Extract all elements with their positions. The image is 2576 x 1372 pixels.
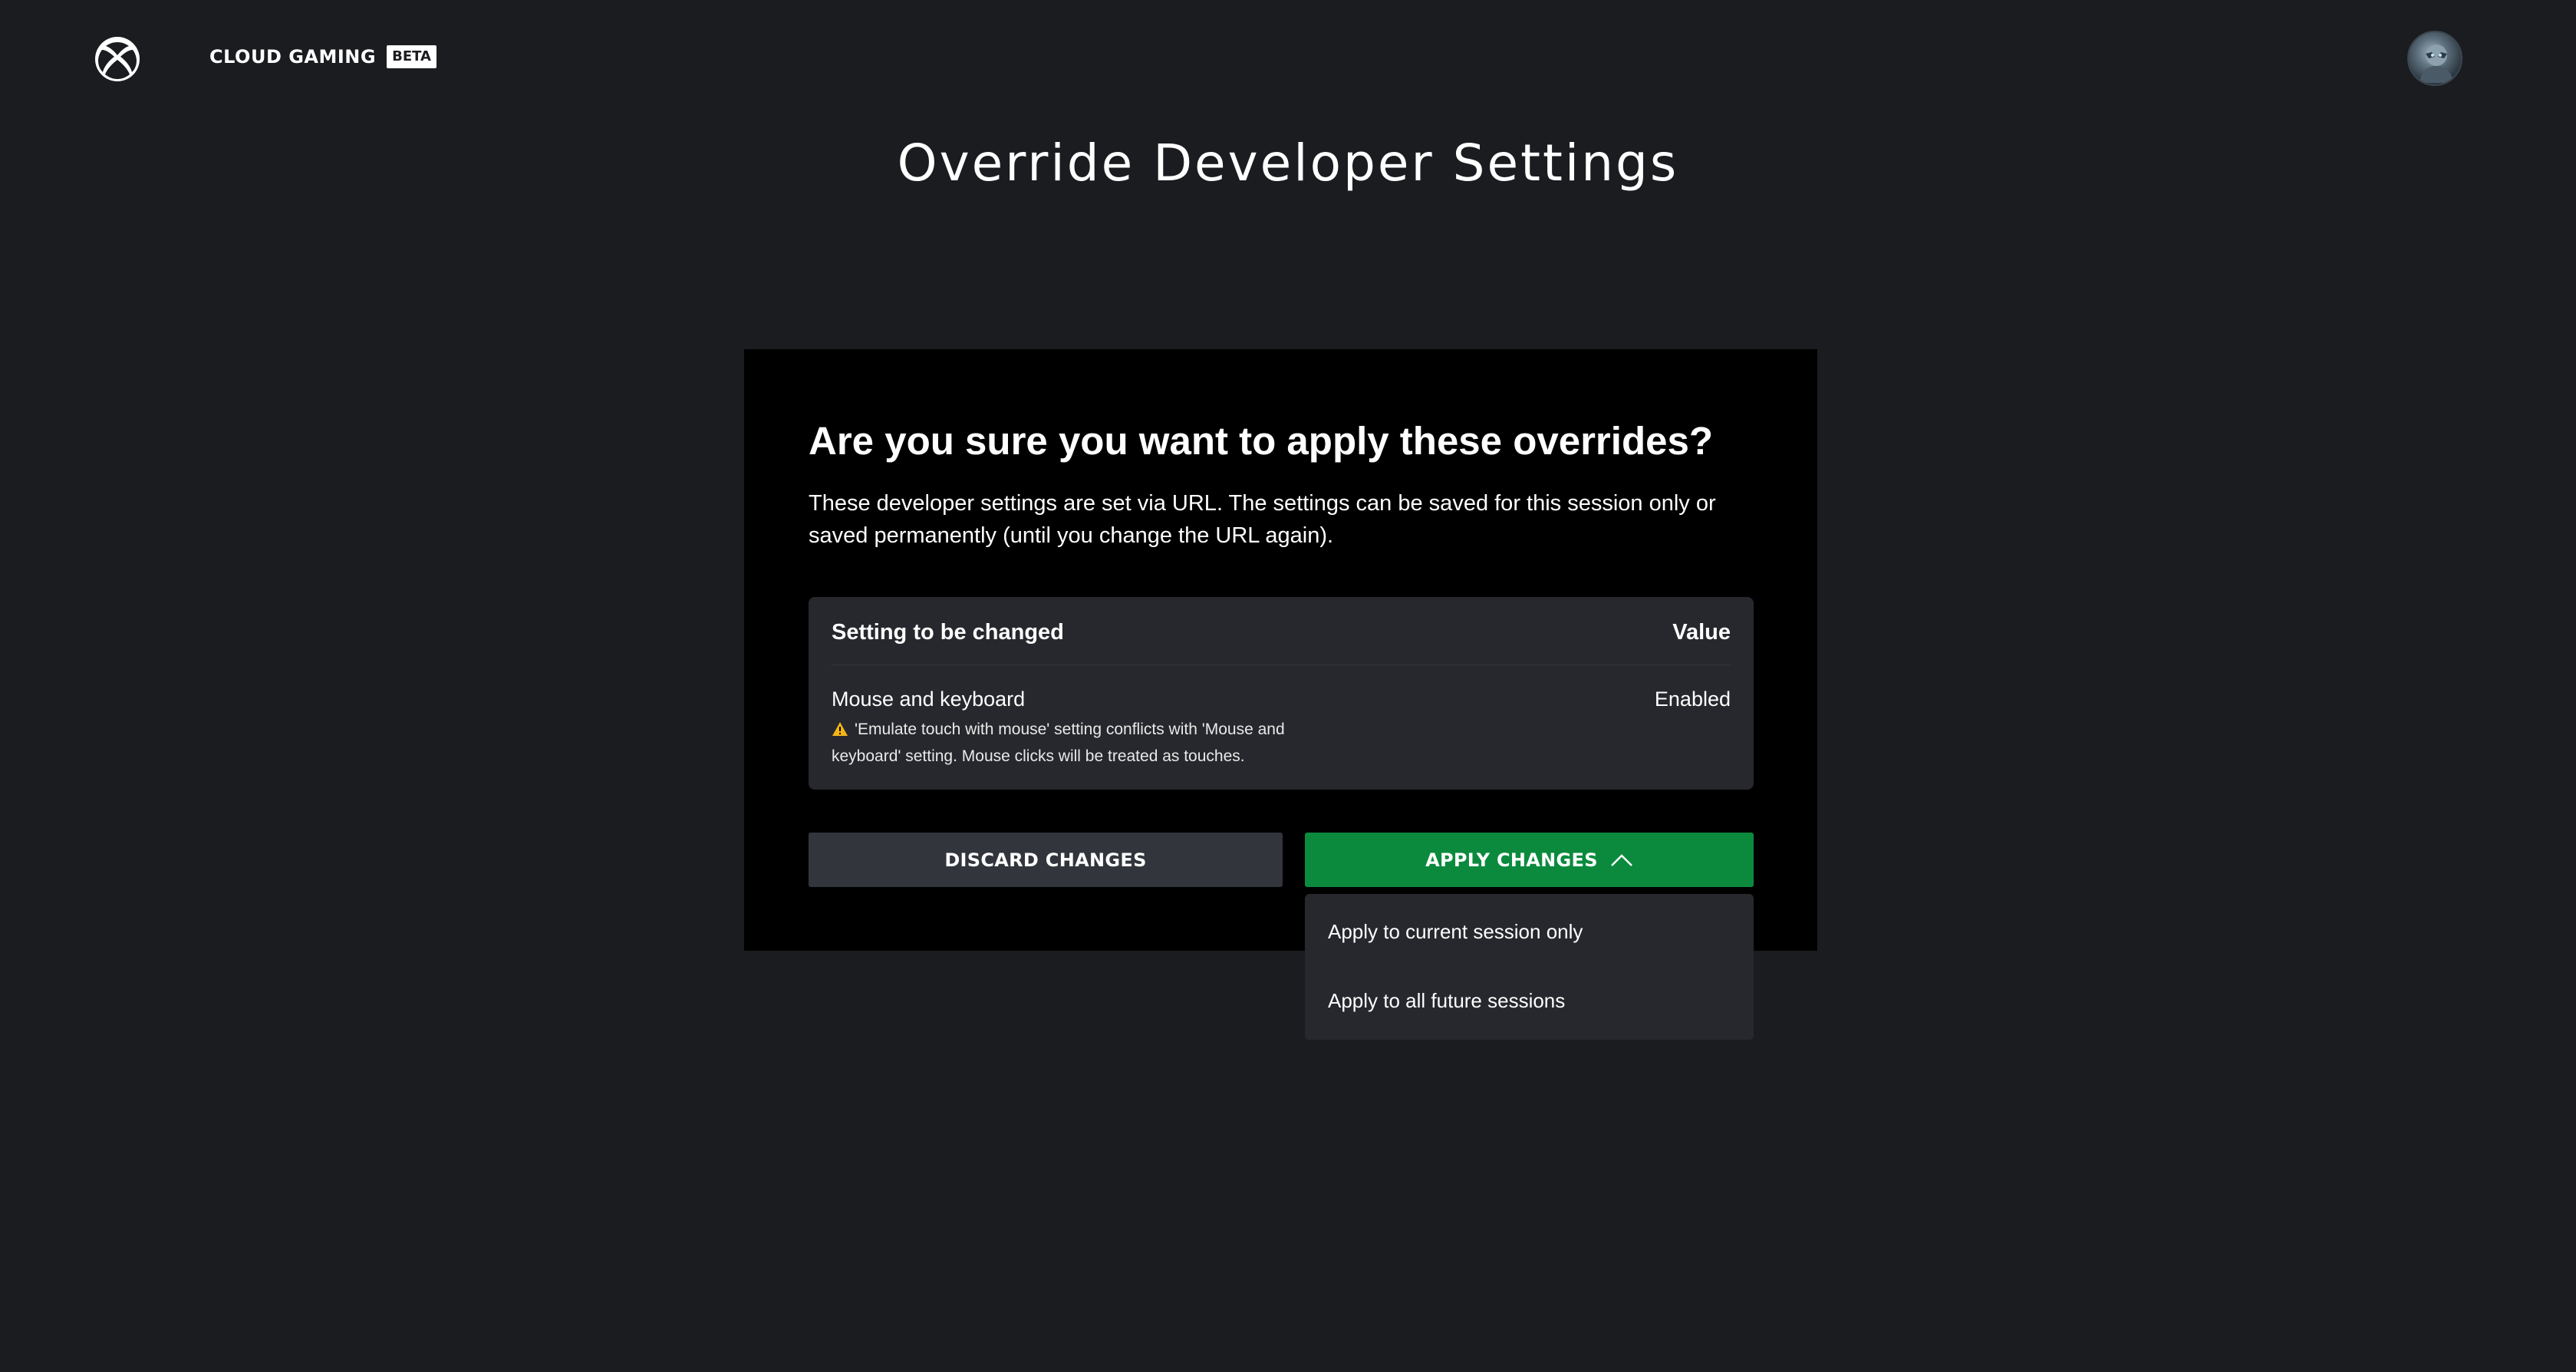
top-bar: CLOUD GAMING BETA — [0, 0, 2576, 117]
column-header-value: Value — [1672, 620, 1731, 645]
brand[interactable]: CLOUD GAMING BETA — [209, 43, 436, 71]
user-avatar-icon[interactable] — [2407, 31, 2462, 86]
menu-item-future-sessions[interactable]: Apply to all future sessions — [1305, 969, 1754, 1032]
brand-name: CLOUD GAMING — [209, 46, 377, 68]
settings-table: Setting to be changed Value Mouse and ke… — [809, 597, 1754, 790]
setting-warning: 'Emulate touch with mouse' setting confl… — [832, 716, 1292, 770]
warning-text: 'Emulate touch with mouse' setting confl… — [832, 721, 1285, 765]
page-title: Override Developer Settings — [897, 134, 1679, 193]
column-header-setting: Setting to be changed — [832, 620, 1064, 645]
beta-badge: BETA — [387, 45, 436, 68]
override-confirm-dialog: Are you sure you want to apply these ove… — [744, 349, 1817, 951]
apply-options-menu: Apply to current session only Apply to a… — [1305, 894, 1754, 1040]
chevron-up-icon — [1610, 853, 1633, 867]
warning-icon — [832, 721, 848, 737]
apply-changes-button[interactable]: APPLY CHANGES — [1305, 833, 1754, 887]
xbox-logo-icon[interactable] — [95, 37, 140, 81]
dialog-description: These developer settings are set via URL… — [809, 491, 1716, 548]
apply-changes-label: APPLY CHANGES — [1425, 849, 1598, 871]
dialog-heading: Are you sure you want to apply these ove… — [809, 419, 1713, 463]
discard-changes-button[interactable]: DISCARD CHANGES — [809, 833, 1283, 887]
menu-item-current-session[interactable]: Apply to current session only — [1305, 900, 1754, 963]
setting-value: Enabled — [1654, 688, 1731, 711]
setting-name: Mouse and keyboard — [832, 688, 1026, 711]
